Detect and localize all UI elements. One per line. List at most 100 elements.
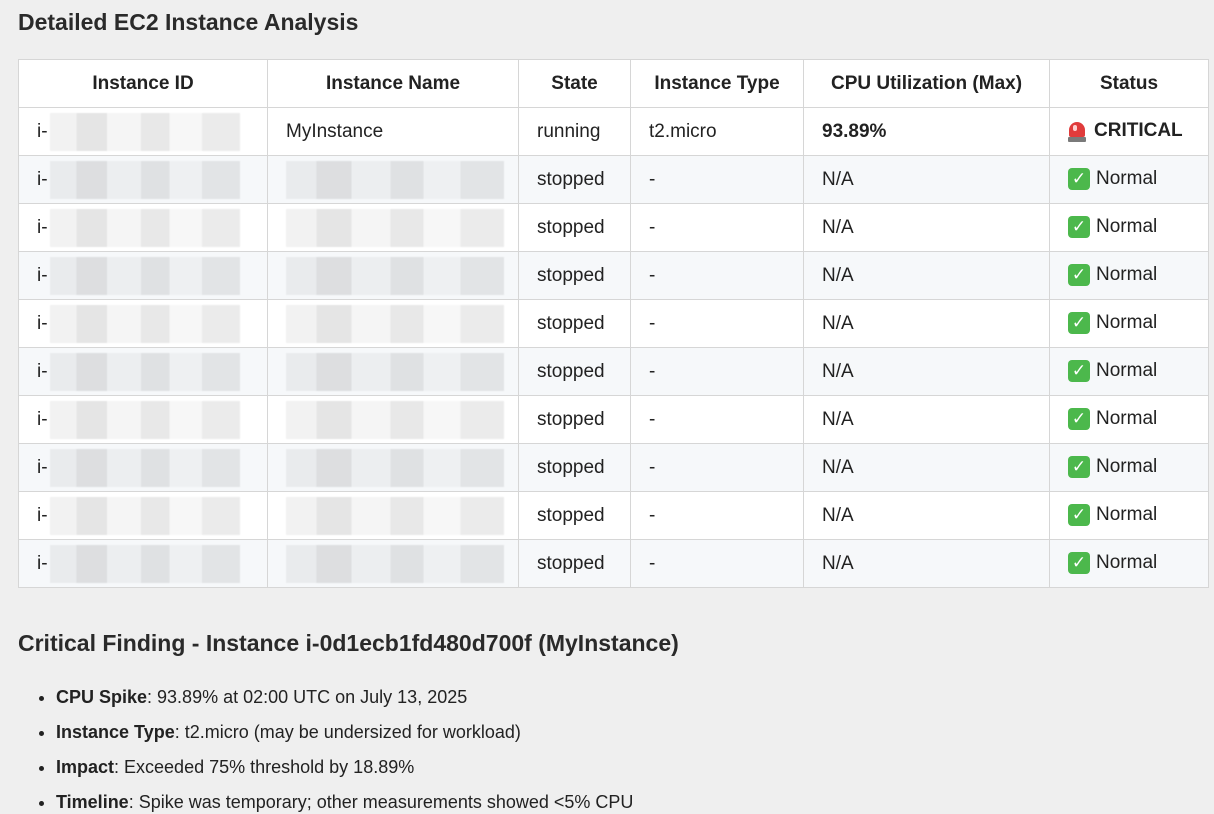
redacted-instance-id [49, 112, 240, 151]
table-row[interactable]: i-stopped - N/A ✓ Normal [18, 347, 1209, 396]
table-row[interactable]: i- MyInstance running t2.micro 93.89% CRITICA… [18, 107, 1209, 156]
instance-name-cell [267, 491, 519, 540]
table-row[interactable]: i-stopped - N/A ✓ Normal [18, 299, 1209, 348]
cpu-utilization-cell: 93.89% [803, 107, 1050, 156]
table-header-row: Instance ID Instance Name State Instance… [18, 59, 1209, 108]
cpu-utilization-cell: N/A [803, 443, 1050, 492]
status-cell: ✓ Normal [1049, 443, 1209, 492]
instance-id-cell[interactable]: i- [18, 203, 268, 252]
instance-id-cell[interactable]: i- [18, 251, 268, 300]
instance-id-cell[interactable]: i- [18, 491, 268, 540]
redacted-instance-id [49, 256, 240, 295]
redacted-instance-name [286, 544, 504, 583]
redacted-instance-name [286, 352, 504, 391]
status-cell: ✓ Normal [1049, 491, 1209, 540]
instance-id-prefix: i- [37, 168, 48, 190]
instance-id-cell[interactable]: i- [18, 107, 268, 156]
redacted-instance-name [286, 496, 504, 535]
list-item: CPU Spike: 93.89% at 02:00 UTC on July 1… [56, 680, 633, 715]
table-row[interactable]: i-stopped - N/A ✓ Normal [18, 539, 1209, 588]
instance-type-cell: - [630, 395, 804, 444]
detail-text: : Spike was temporary; other measurement… [128, 792, 634, 812]
check-icon: ✓ [1068, 216, 1090, 239]
status-badge: Normal [1096, 408, 1158, 430]
instance-type-cell: - [630, 539, 804, 588]
state-cell: stopped [518, 443, 631, 492]
state-cell: stopped [518, 155, 631, 204]
instance-id-prefix: i- [37, 456, 48, 478]
instance-type-cell: - [630, 203, 804, 252]
cpu-utilization-cell: N/A [803, 539, 1050, 588]
status-cell: ✓ Normal [1049, 539, 1209, 588]
check-icon: ✓ [1068, 408, 1090, 431]
column-header-instance-name[interactable]: Instance Name [267, 59, 519, 108]
table-row[interactable]: i-stopped - N/A ✓ Normal [18, 395, 1209, 444]
status-badge: Normal [1096, 264, 1158, 286]
check-icon: ✓ [1068, 360, 1090, 383]
detail-label: Impact [56, 757, 115, 777]
table-row[interactable]: i-stopped - N/A ✓ Normal [18, 203, 1209, 252]
instance-id-cell[interactable]: i- [18, 443, 268, 492]
detail-label: Instance Type [56, 722, 175, 742]
table-row[interactable]: i-stopped - N/A ✓ Normal [18, 155, 1209, 204]
state-cell: stopped [518, 203, 631, 252]
status-badge: Normal [1096, 216, 1158, 238]
list-item: Instance Type: t2.micro (may be undersiz… [56, 715, 633, 750]
column-header-instance-id[interactable]: Instance ID [18, 59, 268, 108]
column-header-state[interactable]: State [518, 59, 631, 108]
instance-name-cell [267, 395, 519, 444]
table-row[interactable]: i-stopped - N/A ✓ Normal [18, 443, 1209, 492]
cpu-utilization-cell: N/A [803, 299, 1050, 348]
table-row[interactable]: i-stopped - N/A ✓ Normal [18, 491, 1209, 540]
cpu-utilization-cell: N/A [803, 347, 1050, 396]
instance-id-cell[interactable]: i- [18, 155, 268, 204]
check-icon: ✓ [1068, 552, 1090, 575]
status-badge: Normal [1096, 504, 1158, 526]
state-cell: stopped [518, 539, 631, 588]
instance-id-cell[interactable]: i- [18, 395, 268, 444]
check-icon: ✓ [1068, 168, 1090, 191]
status-badge: Normal [1096, 360, 1158, 382]
redacted-instance-id [49, 208, 240, 247]
instance-name-cell [267, 251, 519, 300]
instance-type-cell: - [630, 299, 804, 348]
status-cell: ✓ Normal [1049, 203, 1209, 252]
redacted-instance-id [49, 448, 240, 487]
status-badge: Normal [1096, 456, 1158, 478]
instance-id-prefix: i- [37, 408, 48, 430]
siren-icon [1068, 120, 1086, 143]
check-icon: ✓ [1068, 312, 1090, 335]
status-badge: Normal [1096, 312, 1158, 334]
instance-type-cell: - [630, 251, 804, 300]
instance-id-cell[interactable]: i- [18, 347, 268, 396]
redacted-instance-id [49, 352, 240, 391]
status-cell: CRITICAL [1049, 107, 1209, 156]
state-cell: running [518, 107, 631, 156]
state-cell: stopped [518, 347, 631, 396]
instance-id-prefix: i- [37, 120, 48, 142]
redacted-instance-id [49, 496, 240, 535]
check-icon: ✓ [1068, 456, 1090, 479]
detail-label: CPU Spike [56, 687, 148, 707]
status-cell: ✓ Normal [1049, 251, 1209, 300]
list-item: Impact: Exceeded 75% threshold by 18.89% [56, 750, 633, 785]
column-header-instance-type[interactable]: Instance Type [630, 59, 804, 108]
detail-label: Timeline [56, 792, 129, 812]
instance-id-cell[interactable]: i- [18, 299, 268, 348]
status-badge: Normal [1096, 168, 1158, 190]
table-row[interactable]: i-stopped - N/A ✓ Normal [18, 251, 1209, 300]
redacted-instance-id [49, 544, 240, 583]
cpu-utilization-cell: N/A [803, 203, 1050, 252]
instance-id-cell[interactable]: i- [18, 539, 268, 588]
instances-table: Instance ID Instance Name State Instance… [18, 59, 1209, 588]
state-cell: stopped [518, 251, 631, 300]
instance-name-cell [267, 155, 519, 204]
state-cell: stopped [518, 299, 631, 348]
status-cell: ✓ Normal [1049, 347, 1209, 396]
instance-type-cell: - [630, 491, 804, 540]
column-header-cpu-utilization[interactable]: CPU Utilization (Max) [803, 59, 1050, 108]
column-header-status[interactable]: Status [1049, 59, 1209, 108]
cpu-utilization-cell: N/A [803, 491, 1050, 540]
status-cell: ✓ Normal [1049, 155, 1209, 204]
status-cell: ✓ Normal [1049, 395, 1209, 444]
